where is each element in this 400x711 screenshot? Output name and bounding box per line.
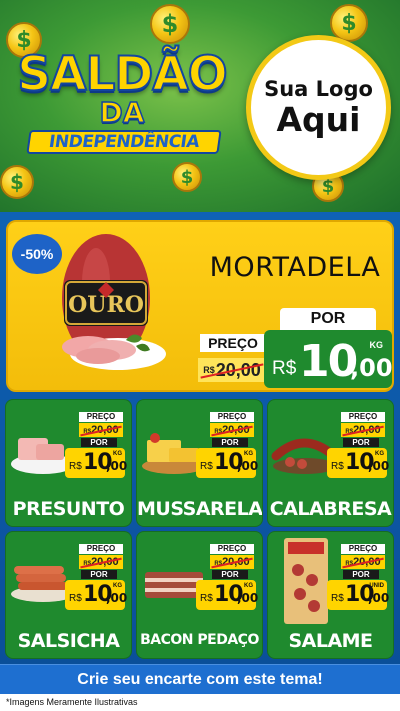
title-saldao: SALDÃO	[16, 47, 229, 102]
por-label: POR	[81, 438, 117, 447]
product-name: BACON PEDAÇO	[140, 632, 259, 648]
por-label: POR	[212, 438, 248, 447]
preco-label: PREÇO	[210, 412, 254, 422]
product-card-presunto: PREÇO R$20,00 POR R$10,00KG PRESUNTO	[5, 399, 132, 527]
currency: R$	[69, 461, 82, 472]
salame-image	[284, 538, 328, 624]
hero-new-price: R$ 10 ,00 KG	[264, 330, 393, 388]
disclaimer-note: *Imagens Meramente Ilustrativas	[0, 694, 400, 711]
currency: R$	[69, 593, 82, 604]
product-name: SALAME	[288, 630, 373, 652]
price-decimal: ,00	[368, 591, 390, 605]
price-decimal: ,00	[237, 591, 259, 605]
new-price: R$ 10,00 UNID	[327, 580, 390, 610]
product-card-calabresa: PREÇO R$20,00 POR R$10,00KG CALABRESA	[267, 399, 394, 527]
new-price: R$ 10,00 KG	[196, 580, 259, 610]
price-unit: KG	[375, 451, 384, 457]
logo-placeholder: Sua Logo Aqui	[246, 35, 391, 180]
product-card-salsicha: PREÇO R$20,00 POR R$10,00KG SALSICHA	[5, 531, 132, 659]
coin-icon: $	[150, 4, 190, 44]
old-price: R$20,00	[210, 555, 254, 569]
currency: R$	[200, 461, 213, 472]
price-unit: KG	[244, 451, 253, 457]
hero-price-unit: KG	[369, 340, 384, 350]
logo-text-line1: Sua Logo	[264, 76, 373, 101]
preco-label: PREÇO	[341, 544, 385, 554]
product-name: CALABRESA	[269, 498, 392, 520]
create-flyer-button[interactable]: Crie seu encarte com este tema!	[0, 664, 400, 694]
por-label: POR	[81, 570, 117, 579]
logo-text-line2: Aqui	[276, 99, 361, 139]
product-name: MUSSARELA	[137, 498, 263, 520]
preco-label: PREÇO	[79, 412, 123, 422]
price-unit: KG	[244, 583, 253, 589]
new-price: R$ 10,00 KG	[65, 448, 128, 478]
por-label: POR	[343, 570, 379, 579]
currency: R$	[200, 593, 213, 604]
por-label: POR	[343, 438, 379, 447]
new-price: R$ 10,00 KG	[196, 448, 259, 478]
price-unit: UNID	[369, 583, 384, 589]
preco-label: PREÇO	[79, 544, 123, 554]
hero-old-price: R$ 20,00	[198, 358, 266, 382]
preco-label: PREÇO	[210, 544, 254, 554]
product-name: PRESUNTO	[12, 498, 125, 520]
event-title: SALDÃO DA INDEPENDÊNCIA	[6, 47, 238, 160]
old-price: R$20,00	[341, 423, 385, 437]
hero-preco-label: PREÇO	[200, 334, 266, 352]
old-price: R$20,00	[210, 423, 254, 437]
product-name: SALSICHA	[17, 630, 120, 652]
hero-price-integer: 10	[299, 336, 358, 387]
price-unit: KG	[113, 451, 122, 457]
hero-price-decimal: ,00	[350, 354, 393, 382]
coin-icon: $	[0, 165, 34, 199]
old-price: R$20,00	[341, 555, 385, 569]
old-price: R$20,00	[79, 555, 123, 569]
new-price: R$ 10,00 KG	[327, 448, 390, 478]
price-decimal: ,00	[368, 459, 390, 473]
price-decimal: ,00	[237, 459, 259, 473]
price-decimal: ,00	[106, 591, 128, 605]
product-card-bacon: PREÇO R$20,00 POR R$10,00KG BACON PEDAÇO	[136, 531, 263, 659]
title-independencia: INDEPENDÊNCIA	[26, 130, 222, 154]
coin-icon: $	[172, 162, 202, 192]
hero-product-name: MORTADELA	[209, 252, 381, 283]
currency: R$	[331, 593, 344, 604]
product-card-salame: PREÇO R$20,00 POR R$10,00UNID SALAME	[267, 531, 394, 659]
new-price: R$ 10,00 KG	[65, 580, 128, 610]
price-unit: KG	[113, 583, 122, 589]
por-label: POR	[212, 570, 248, 579]
discount-badge: -50%	[12, 234, 62, 274]
title-da: DA	[99, 96, 145, 129]
old-price: R$20,00	[79, 423, 123, 437]
currency: R$	[331, 461, 344, 472]
preco-label: PREÇO	[341, 412, 385, 422]
product-card-mussarela: PREÇO R$20,00 POR R$10,00KG MUSSARELA	[136, 399, 263, 527]
header-banner: $ $ $ $ $ $ SALDÃO DA INDEPENDÊNCIA Sua …	[0, 0, 400, 212]
price-decimal: ,00	[106, 459, 128, 473]
hero-por-label: POR	[280, 308, 376, 330]
hero-currency: R$	[272, 358, 297, 379]
